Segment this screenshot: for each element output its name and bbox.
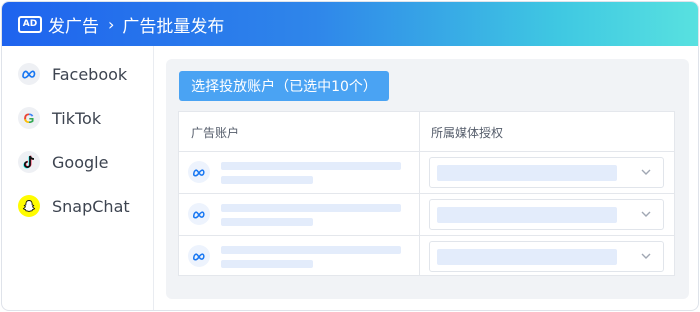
header-bar: AD 发广告 › 广告批量发布 — [2, 2, 698, 46]
media-authorization-select[interactable] — [429, 199, 664, 230]
sidebar-item-facebook[interactable]: Facebook — [18, 61, 127, 87]
select-ad-accounts-button[interactable]: 选择投放账户（已选中10个） — [179, 71, 389, 101]
breadcrumb-separator: › — [108, 14, 115, 34]
chevron-down-icon — [641, 169, 651, 175]
sidebar-item-google[interactable]: Google — [18, 149, 108, 175]
meta-icon — [188, 161, 210, 183]
account-name-placeholder — [221, 204, 401, 212]
meta-icon — [18, 63, 40, 85]
main-panel: 选择投放账户（已选中10个） 广告账户 所属媒体授权 — [166, 59, 689, 299]
app-window: AD 发广告 › 广告批量发布 Facebook G TikTok Google — [1, 1, 699, 311]
tiktok-icon — [18, 151, 40, 173]
chevron-down-icon — [641, 253, 651, 259]
select-value-placeholder — [437, 207, 617, 223]
account-id-placeholder — [221, 218, 313, 226]
google-icon: G — [18, 107, 40, 129]
sidebar-item-tiktok[interactable]: G TikTok — [18, 105, 101, 131]
table-row — [179, 236, 674, 278]
meta-icon — [188, 245, 210, 267]
platform-sidebar: Facebook G TikTok Google SnapChat — [2, 46, 154, 310]
media-authorization-select[interactable] — [429, 157, 664, 188]
breadcrumb-bulk-publish: 广告批量发布 — [122, 16, 225, 37]
accounts-table: 广告账户 所属媒体授权 — [178, 111, 675, 276]
sidebar-item-label: TikTok — [52, 108, 102, 128]
select-value-placeholder — [437, 165, 617, 181]
media-authorization-select[interactable] — [429, 241, 664, 272]
breadcrumb-publish-ads[interactable]: 发广告 — [48, 12, 99, 37]
account-id-placeholder — [221, 176, 313, 184]
select-value-placeholder — [437, 249, 617, 265]
account-id-placeholder — [221, 260, 313, 268]
sidebar-item-label: Google — [52, 152, 109, 172]
table-row — [179, 152, 674, 194]
ad-logo-icon: AD — [18, 15, 42, 33]
table-row — [179, 194, 674, 236]
sidebar-item-label: SnapChat — [52, 196, 130, 216]
account-name-placeholder — [221, 162, 401, 170]
sidebar-item-snapchat[interactable]: SnapChat — [18, 193, 130, 219]
snapchat-icon — [18, 195, 40, 217]
chevron-down-icon — [641, 211, 651, 217]
column-header-ad-account: 广告账户 — [191, 125, 240, 140]
sidebar-item-label: Facebook — [52, 64, 128, 84]
meta-icon — [188, 203, 210, 225]
account-name-placeholder — [221, 246, 401, 254]
column-header-media-authorization: 所属媒体授权 — [431, 125, 504, 140]
